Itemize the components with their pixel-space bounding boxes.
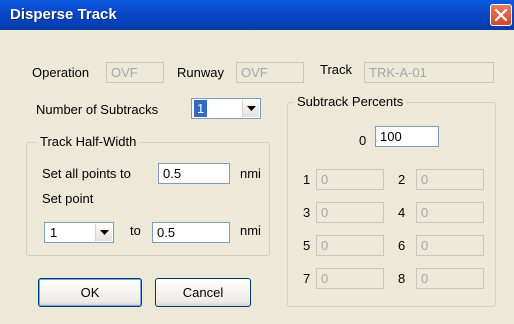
percent-label-6: 6 xyxy=(398,238,406,253)
track-field[interactable]: TRK-A-01 xyxy=(364,62,494,83)
title-bar[interactable]: Disperse Track xyxy=(0,0,514,30)
point-dropdown[interactable]: 1 xyxy=(44,222,114,243)
to-unit: nmi xyxy=(240,223,261,238)
operation-label: Operation xyxy=(32,65,90,80)
percent-input-3[interactable]: 0 xyxy=(316,202,384,223)
to-label: to xyxy=(130,223,141,238)
percent-label-1: 1 xyxy=(303,172,311,187)
percent-input-4[interactable]: 0 xyxy=(416,202,484,223)
subtracks-dropdown[interactable]: 1 xyxy=(191,98,261,119)
percent-input-1[interactable]: 0 xyxy=(316,169,384,190)
runway-field[interactable]: OVF xyxy=(236,62,304,83)
runway-label: Runway xyxy=(177,65,224,80)
set-all-unit: nmi xyxy=(240,166,261,181)
dialog-body: Operation OVF Runway OVF Track TRK-A-01 … xyxy=(0,30,514,324)
cancel-button[interactable]: Cancel xyxy=(155,278,251,307)
subtracks-label: Number of Subtracks xyxy=(36,102,159,117)
percent-input-2[interactable]: 0 xyxy=(416,169,484,190)
close-icon xyxy=(495,9,507,21)
chevron-down-icon xyxy=(100,230,109,235)
point-value: 1 xyxy=(50,225,58,240)
percent-label-2: 2 xyxy=(398,172,406,187)
window-title: Disperse Track xyxy=(10,6,117,23)
subtracks-value: 1 xyxy=(194,100,208,117)
track-label: Track xyxy=(320,62,353,77)
percent-label-7: 7 xyxy=(303,271,311,286)
percents-title: Subtrack Percents xyxy=(294,94,407,109)
ok-button[interactable]: OK xyxy=(38,278,142,307)
percent-label-5: 5 xyxy=(303,238,311,253)
percent-label-8: 8 xyxy=(398,271,406,286)
close-button[interactable] xyxy=(490,4,512,26)
to-input[interactable]: 0.5 xyxy=(152,222,230,243)
operation-field[interactable]: OVF xyxy=(106,62,164,83)
point-dropdown-button[interactable] xyxy=(95,224,112,241)
percent-label-0: 0 xyxy=(359,133,367,148)
set-point-label: Set point xyxy=(42,191,94,206)
percent-input-7[interactable]: 0 xyxy=(316,268,384,289)
percent-label-4: 4 xyxy=(398,205,406,220)
set-all-input[interactable]: 0.5 xyxy=(158,163,230,184)
chevron-down-icon xyxy=(247,106,256,111)
percent-input-6[interactable]: 0 xyxy=(416,235,484,256)
percent-label-3: 3 xyxy=(303,205,311,220)
percent-input-8[interactable]: 0 xyxy=(416,268,484,289)
percent-input-0[interactable]: 100 xyxy=(375,126,439,147)
set-all-label: Set all points to xyxy=(42,166,131,181)
subtracks-dropdown-button[interactable] xyxy=(242,100,259,117)
percent-input-5[interactable]: 0 xyxy=(316,235,384,256)
half-width-title: Track Half-Width xyxy=(37,134,140,149)
